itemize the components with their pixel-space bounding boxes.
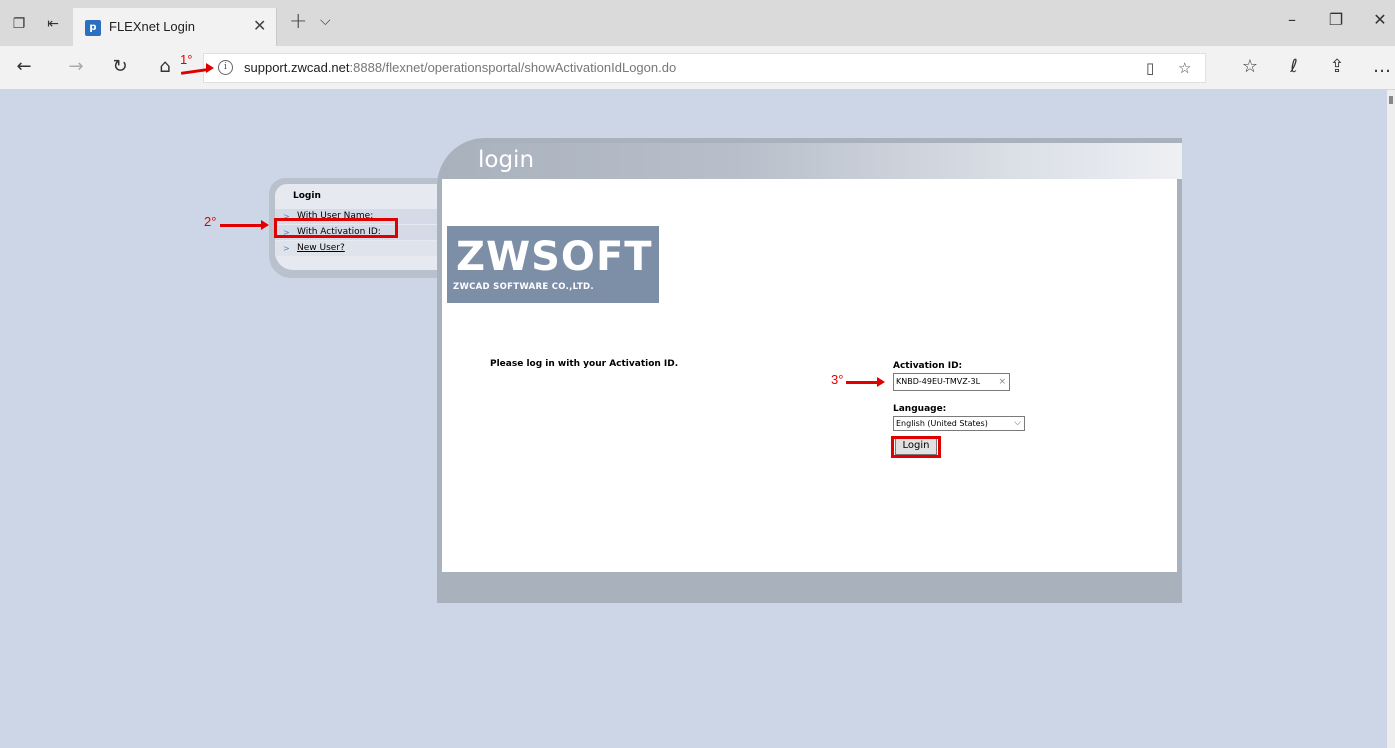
site-info-icon[interactable]: i <box>218 60 233 75</box>
step-1-arrow-head <box>206 63 214 73</box>
chevron-right-icon: > <box>283 244 290 253</box>
share-icon[interactable]: ⇪ <box>1325 56 1349 77</box>
refresh-icon[interactable]: ↻ <box>108 56 132 77</box>
reading-view-icon[interactable]: ▯ <box>1146 59 1154 77</box>
step-2-label: 2° <box>204 214 217 229</box>
chevron-down-icon: ⌵ <box>1014 418 1021 428</box>
tab-flexnet-login[interactable]: p FLEXnet Login ✕ <box>73 8 277 46</box>
step-3-label: 3° <box>831 372 844 387</box>
forward-icon[interactable]: → <box>64 56 88 77</box>
tab-actions-icon[interactable]: ❐ <box>8 13 30 35</box>
step-1-label: 1° <box>180 52 193 67</box>
set-tabs-aside-icon[interactable]: ⇤ <box>42 13 64 35</box>
tab-strip: ❐ ⇤ p FLEXnet Login ✕ + ⌵ – ❐ ✕ <box>0 0 1395 46</box>
step-2-highlight <box>274 218 398 238</box>
close-tab-icon[interactable]: ✕ <box>253 16 266 35</box>
language-select[interactable]: English (United States) ⌵ <box>893 416 1025 431</box>
clear-input-icon[interactable]: × <box>998 374 1006 390</box>
new-user-link[interactable]: > New User? <box>275 241 443 256</box>
pen-notes-icon[interactable]: ℓ <box>1282 56 1306 77</box>
zwsoft-logo: ZWSOFT ZWCAD SOFTWARE CO.,LTD. <box>447 226 659 303</box>
login-prompt: Please log in with your Activation ID. <box>490 359 679 369</box>
favorite-star-icon[interactable]: ☆ <box>1178 59 1191 77</box>
activation-id-input[interactable]: KNBD-49EU-TMVZ-3L × <box>893 373 1010 391</box>
url-text[interactable]: support.zwcad.net:8888/flexnet/operation… <box>244 60 676 75</box>
favorites-hub-icon[interactable]: ☆ <box>1238 56 1262 77</box>
login-panel-title: login <box>478 147 535 173</box>
page-favicon-icon: p <box>85 20 101 36</box>
step-2-arrow-head <box>261 220 269 230</box>
login-panel-footer <box>437 572 1182 603</box>
minimize-icon[interactable]: – <box>1277 10 1307 29</box>
login-panel-header: login <box>442 143 1182 179</box>
step-3-arrow <box>846 381 878 384</box>
step-2-arrow <box>220 224 262 227</box>
language-label: Language: <box>893 404 947 414</box>
login-panel-body: ZWSOFT ZWCAD SOFTWARE CO.,LTD. Please lo… <box>442 179 1177 572</box>
login-menu-title: Login <box>293 191 321 201</box>
scroll-up-icon[interactable] <box>1389 96 1393 104</box>
login-panel: login ZWSOFT ZWCAD SOFTWARE CO.,LTD. Ple… <box>437 138 1182 603</box>
more-menu-icon[interactable]: … <box>1370 56 1394 77</box>
step-3-arrow-head <box>877 377 885 387</box>
new-tab-icon[interactable]: + <box>289 9 307 34</box>
close-window-icon[interactable]: ✕ <box>1365 10 1395 29</box>
tab-preview-chevron-icon[interactable]: ⌵ <box>320 13 331 29</box>
scrollbar[interactable] <box>1387 90 1395 748</box>
step-3-highlight <box>891 436 941 458</box>
activation-id-label: Activation ID: <box>893 361 963 371</box>
restore-icon[interactable]: ❐ <box>1321 10 1351 29</box>
tab-title: FLEXnet Login <box>109 19 196 34</box>
back-icon[interactable]: ← <box>12 56 36 77</box>
address-bar[interactable]: i support.zwcad.net:8888/flexnet/operati… <box>203 53 1206 83</box>
home-icon[interactable]: ⌂ <box>153 56 177 77</box>
